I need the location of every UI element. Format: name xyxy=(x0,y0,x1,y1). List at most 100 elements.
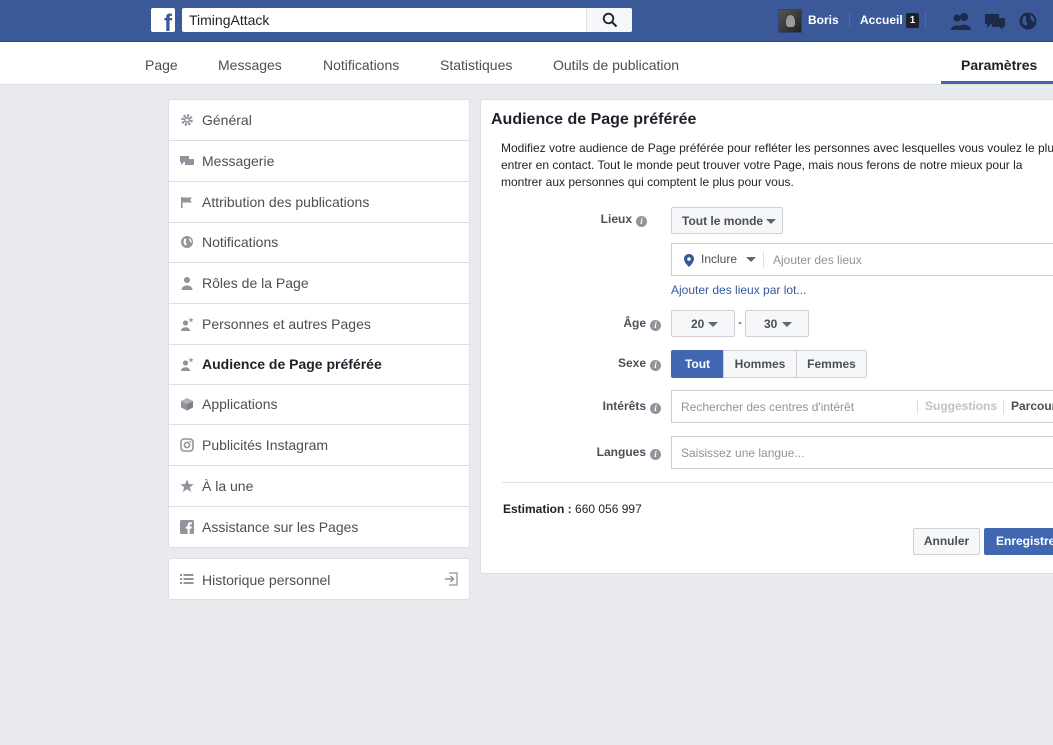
tab-notifications[interactable]: Notifications xyxy=(323,57,399,73)
interets-label-text: Intérêts xyxy=(602,399,646,413)
save-button[interactable]: Enregistrer xyxy=(984,528,1053,555)
menu-item-notifications[interactable]: Notifications xyxy=(169,222,469,263)
chevron-down-icon xyxy=(766,219,776,224)
tab-messages[interactable]: Messages xyxy=(218,57,282,73)
person-icon xyxy=(181,277,193,290)
add-locations-bulk-link[interactable]: Ajouter des lieux par lot... xyxy=(671,283,806,297)
age-max-dropdown[interactable]: 30 xyxy=(745,310,809,337)
interets-label: Intérêts i xyxy=(551,399,661,414)
gender-option-femmes[interactable]: Femmes xyxy=(796,350,867,378)
info-icon[interactable]: i xyxy=(650,320,661,331)
menu-item-label: Personnes et autres Pages xyxy=(202,316,371,332)
preferred-audience-panel: Audience de Page préférée Modifiez votre… xyxy=(480,99,1053,574)
languages-input[interactable]: Saisissez une langue... xyxy=(671,436,1053,469)
tab-parametres[interactable]: Paramètres xyxy=(961,57,1037,73)
divider xyxy=(925,12,926,28)
user-avatar[interactable] xyxy=(778,9,802,33)
messages-icon[interactable] xyxy=(984,11,1006,31)
menu-item-label: Notifications xyxy=(202,234,279,250)
sexe-label-text: Sexe xyxy=(617,356,646,370)
person-star-icon xyxy=(181,357,194,371)
menu-item-a-la-une[interactable]: À la une xyxy=(169,466,469,507)
menu-item-assistance-sur-les-pages[interactable]: Assistance sur les Pages xyxy=(169,507,469,548)
info-icon[interactable]: i xyxy=(650,449,661,460)
menu-item-label: Rôles de la Page xyxy=(202,275,309,291)
estimate-label: Estimation : xyxy=(503,502,572,516)
open-external-icon xyxy=(445,572,458,586)
settings-menu: Général Messagerie Attribution des publi… xyxy=(168,99,470,548)
menu-item-label: Publicités Instagram xyxy=(202,437,329,453)
search-button[interactable] xyxy=(586,8,632,32)
age-min-value: 20 xyxy=(691,317,705,331)
gender-option-tout[interactable]: Tout xyxy=(671,350,724,378)
panel-title: Audience de Page préférée xyxy=(491,111,697,128)
age-separator: - xyxy=(738,315,742,329)
chevron-down-icon xyxy=(708,322,718,327)
interests-suggestions-button[interactable]: Suggestions xyxy=(925,399,997,413)
menu-item-general[interactable]: Général xyxy=(169,100,469,141)
menu-item-label: Audience de Page préférée xyxy=(202,356,382,372)
info-icon[interactable]: i xyxy=(650,403,661,414)
menu-item-historique-personnel[interactable]: Historique personnel xyxy=(168,558,470,600)
chevron-down-icon xyxy=(746,257,756,262)
locations-input[interactable]: Inclure Ajouter des lieux xyxy=(671,243,1053,276)
info-icon[interactable]: i xyxy=(650,360,661,371)
menu-item-messagerie[interactable]: Messagerie xyxy=(169,141,469,182)
info-icon[interactable]: i xyxy=(636,216,647,227)
home-notification-badge: 1 xyxy=(906,13,919,28)
search-icon xyxy=(602,12,618,28)
include-dropdown[interactable]: Inclure xyxy=(701,252,737,266)
interests-browse-button[interactable]: Parcourir xyxy=(1011,399,1053,413)
cube-icon xyxy=(181,398,193,411)
menu-item-label: Historique personnel xyxy=(202,572,331,588)
active-tab-indicator xyxy=(941,81,1053,84)
location-pin-icon xyxy=(684,254,694,267)
locations-placeholder: Ajouter des lieux xyxy=(773,253,862,267)
tab-page[interactable]: Page xyxy=(145,57,178,73)
search-input-value[interactable]: TimingAttack xyxy=(189,12,269,28)
divider xyxy=(849,12,850,28)
tab-statistiques[interactable]: Statistiques xyxy=(440,57,512,73)
top-navigation-bar: f TimingAttack Boris Accueil 1 xyxy=(0,0,1053,42)
menu-item-label: Messagerie xyxy=(202,153,275,169)
menu-item-applications[interactable]: Applications xyxy=(169,384,469,425)
chevron-down-icon xyxy=(782,322,792,327)
menu-item-publicites-instagram[interactable]: Publicités Instagram xyxy=(169,425,469,466)
notifications-globe-icon[interactable] xyxy=(1017,11,1039,31)
lieux-label-text: Lieux xyxy=(600,212,632,226)
friend-requests-icon[interactable] xyxy=(950,11,972,31)
cancel-button[interactable]: Annuler xyxy=(913,528,980,555)
tab-outils-de-publication[interactable]: Outils de publication xyxy=(553,57,679,73)
estimate-value: 660 056 997 xyxy=(575,502,642,516)
chat-bubbles-icon xyxy=(180,156,194,165)
divider xyxy=(917,399,918,414)
age-label: Âge i xyxy=(551,316,661,331)
menu-item-audience-de-page-preferee[interactable]: Audience de Page préférée xyxy=(169,344,469,385)
menu-item-label: Applications xyxy=(202,396,278,412)
facebook-logo-icon[interactable]: f xyxy=(151,8,175,32)
gender-option-hommes[interactable]: Hommes xyxy=(723,350,797,378)
instagram-icon xyxy=(180,438,194,452)
globe-icon xyxy=(181,236,193,248)
user-profile-link[interactable]: Boris xyxy=(808,13,839,27)
interests-input[interactable]: Rechercher des centres d'intérêt Suggest… xyxy=(671,390,1053,423)
audience-estimate: Estimation : 660 056 997 xyxy=(503,502,642,516)
menu-item-personnes-et-autres-pages[interactable]: Personnes et autres Pages xyxy=(169,304,469,345)
lieux-label: Lieux i xyxy=(537,212,647,227)
search-input[interactable]: TimingAttack xyxy=(182,8,632,32)
menu-item-roles-de-la-page[interactable]: Rôles de la Page xyxy=(169,263,469,304)
lieux-scope-dropdown[interactable]: Tout le monde xyxy=(671,207,783,234)
age-max-value: 30 xyxy=(764,317,778,331)
lieux-scope-value: Tout le monde xyxy=(682,214,764,228)
menu-item-label: Assistance sur les Pages xyxy=(202,519,359,535)
divider xyxy=(763,251,764,268)
person-star-icon xyxy=(181,317,194,331)
sexe-label: Sexe i xyxy=(551,356,661,371)
menu-item-label: Général xyxy=(202,112,252,128)
age-min-dropdown[interactable]: 20 xyxy=(671,310,735,337)
home-link[interactable]: Accueil xyxy=(860,13,903,27)
menu-item-attribution-des-publications[interactable]: Attribution des publications xyxy=(169,182,469,223)
divider xyxy=(1003,399,1004,414)
page-navigation: Page Messages Notifications Statistiques… xyxy=(0,42,1053,85)
facebook-icon xyxy=(180,520,194,534)
